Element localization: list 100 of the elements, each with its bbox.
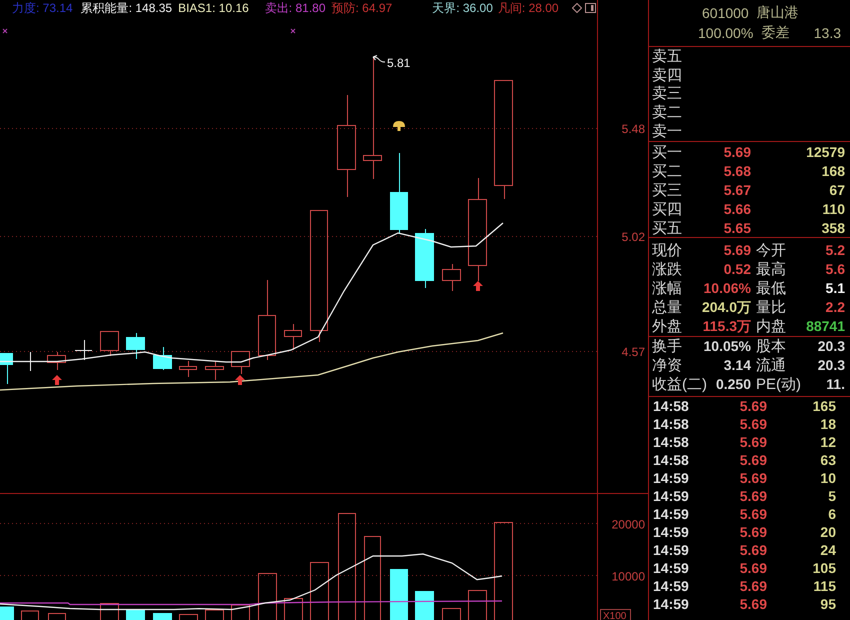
quote-value: 0.250 [716,376,751,394]
candlestick [205,360,224,380]
bid-label: 买四 [652,200,682,218]
quote-label: 涨跌 [652,261,682,278]
volume-bar [310,562,329,620]
tick-time: 14:58 [653,452,689,468]
volume-bar [390,569,408,620]
candlestick [442,264,461,292]
tick-time: 14:59 [653,470,689,486]
ask-label: 卖五 [652,48,682,65]
tick-time: 14:59 [653,524,689,540]
tick-price: 5.69 [740,416,767,432]
candlestick [153,346,172,370]
volume-bar [231,604,250,620]
candlestick [284,324,302,350]
quote-label: 流通 [756,357,786,374]
tick-price: 5.69 [740,506,767,522]
tick-time: 14:59 [653,596,689,612]
leader-line [372,55,386,62]
ask-label: 卖一 [652,123,682,140]
volume-bar [205,610,224,620]
ask-label: 卖三 [652,85,682,102]
price-label: 5.81 [387,56,410,70]
quote-value: 5.6 [826,261,845,278]
up-arrow-icon [52,375,62,385]
quote-label: PE(动) [756,376,801,394]
candlestick [231,351,250,374]
quote-value: 20.3 [818,338,845,356]
indicator-value: 力度: 73.14 [12,1,73,15]
quote-value: 204.0万 [702,299,751,316]
indicator-value: 累积能量: 148.35 [80,1,172,15]
quote-value: 11. [826,376,845,394]
bid-price: 5.69 [724,144,751,162]
quote-value: 0.52 [724,261,751,278]
quote-value: 115.3万 [702,318,751,336]
quote-label: 最高 [756,261,786,278]
unit-label: X100 [600,609,631,620]
bid-price: 5.66 [724,200,751,218]
price-axis-label: 5.02 [622,230,645,244]
candlestick [179,360,197,378]
quote-label: 涨幅 [652,280,682,298]
tick-volume: 12 [820,434,836,450]
ask-label: 卖四 [652,66,682,84]
tick-price: 5.69 [740,434,767,450]
tick-time: 14:59 [653,506,689,522]
volume-axis-label: 10000 [612,570,645,584]
tick-price: 5.69 [740,578,767,594]
tick-price: 5.69 [740,488,767,504]
tick-time: 14:58 [653,434,689,450]
price-axis-label: 5.48 [622,122,645,136]
quote-value: 88741 [806,318,845,336]
tick-price: 5.69 [740,596,767,612]
bid-price: 5.68 [724,163,751,180]
quote-label: 换手 [652,338,682,356]
bid-label: 买二 [652,163,682,180]
square-icon[interactable] [585,3,596,13]
bid-volume: 168 [822,163,845,180]
quote-label: 量比 [756,299,786,316]
bid-volume: 358 [822,220,845,237]
volume-bar [21,610,39,620]
tick-price: 5.69 [740,560,767,576]
tick-volume: 24 [820,542,836,558]
tick-price: 5.69 [740,470,767,486]
quote-value: 5.69 [724,242,751,260]
volume-bar [126,610,145,620]
bid-label: 买五 [652,220,682,237]
quote-label: 今开 [756,242,786,260]
quote-value: 2.2 [826,299,845,316]
tick-volume: 6 [828,506,836,522]
candlestick [74,340,92,360]
order-diff-value: 13.3 [814,25,841,41]
quote-label: 外盘 [652,318,682,336]
bid-label: 买一 [652,144,682,162]
bid-price: 5.67 [724,182,751,199]
volume-bar [258,573,277,620]
tick-price: 5.69 [740,398,767,414]
stock-code: 601000 [702,5,749,21]
up-arrow-icon [473,281,483,291]
volume-bar [415,591,434,620]
candlestick [100,331,119,356]
quote-label: 内盘 [756,318,786,336]
tick-volume: 63 [820,452,836,468]
tick-volume: 115 [813,578,836,594]
quote-label: 现价 [652,242,682,260]
quote-value: 10.05% [704,338,751,356]
order-diff-label: 委差 [761,24,790,42]
up-arrow-icon [235,375,245,385]
bid-volume: 12579 [806,144,845,162]
order-ratio-value: 100.00% [698,25,754,41]
diamond-icon[interactable] [572,3,582,13]
tick-volume: 18 [820,416,836,432]
stock-name: 唐山港 [756,4,799,22]
volume-bar [0,606,14,620]
tick-price: 5.69 [740,542,767,558]
tick-time: 14:58 [653,416,689,432]
volume-bar [284,598,303,620]
x-mark-icon [2,28,8,34]
tick-time: 14:59 [653,542,689,558]
tick-volume: 20 [820,524,836,540]
candlestick [126,332,145,360]
